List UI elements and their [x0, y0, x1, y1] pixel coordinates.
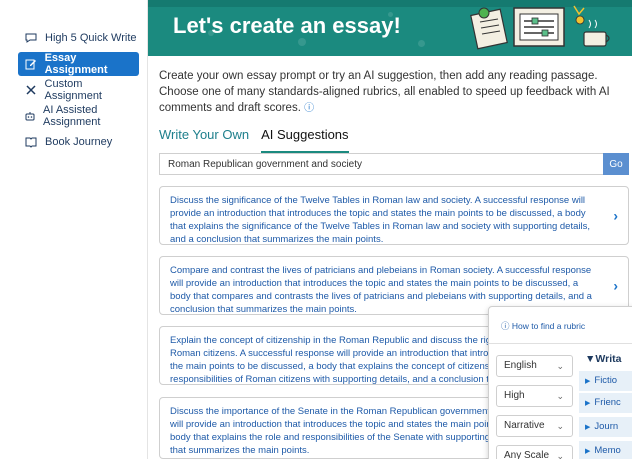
header-banner: Let's create an essay!: [148, 0, 632, 56]
tab-write-your-own[interactable]: Write Your Own: [159, 127, 249, 153]
info-icon[interactable]: ⓘ: [304, 103, 314, 114]
sidebar-item-book[interactable]: Book Journey: [18, 130, 139, 154]
category-header-label: Writa: [595, 353, 622, 365]
caret-down-icon: ▼: [585, 353, 596, 365]
decor-dot: [298, 38, 306, 46]
genre-select-value: Narrative: [504, 420, 545, 431]
page-title: Let's create an essay!: [173, 13, 401, 38]
rubric-category-item[interactable]: ▶ Fictio: [579, 371, 632, 391]
caret-right-icon: ▶: [585, 424, 591, 431]
intro-text: Create your own essay prompt or try an A…: [159, 68, 629, 117]
suggestion-text: Discuss the significance of the Twelve T…: [170, 195, 590, 245]
tools-icon: [24, 83, 38, 97]
robot-icon: [24, 109, 36, 123]
caret-right-icon: ▶: [585, 448, 591, 455]
category-label: Journ: [594, 421, 619, 432]
sidebar: High 5 Quick Write Essay Assignment Cust…: [0, 0, 148, 459]
suggestion-card[interactable]: Discuss the significance of the Twelve T…: [159, 186, 629, 245]
tab-ai-suggestions[interactable]: AI Suggestions: [261, 127, 349, 153]
category-label: Frienc: [594, 397, 621, 408]
sidebar-item-label: High 5 Quick Write: [45, 32, 137, 44]
genre-select[interactable]: Narrative ⌄: [496, 415, 573, 437]
sidebar-item-label: Essay Assignment: [44, 52, 108, 76]
rubric-category-item[interactable]: ▶ Memo: [579, 441, 632, 459]
caret-right-icon: ▶: [585, 400, 591, 407]
edit-icon: [24, 57, 38, 71]
rubric-finder-popup: ⓘ How to find a rubric English ⌄ High ⌄ Na…: [488, 306, 632, 459]
category-label: Memo: [594, 445, 621, 456]
chevron-down-icon: ⌄: [556, 391, 564, 401]
chevron-right-icon: ›: [613, 277, 618, 293]
rubric-category-item[interactable]: ▶ Frienc: [579, 393, 632, 413]
sidebar-item-label: AI Assisted Assignment: [43, 104, 101, 128]
scale-select[interactable]: Any Scale ⌄: [496, 445, 573, 459]
sidebar-item-custom[interactable]: Custom Assignment: [18, 78, 139, 102]
sidebar-item-ai[interactable]: AI Assisted Assignment: [18, 104, 139, 128]
decor-dot: [418, 40, 425, 47]
sidebar-item-label: Book Journey: [45, 136, 113, 148]
tab-bar: Write Your Own AI Suggestions: [159, 127, 632, 153]
help-link-label: How to find a rubric: [511, 321, 586, 331]
divider: [489, 343, 632, 344]
category-label: Fictio: [594, 375, 618, 386]
sidebar-item-essay[interactable]: Essay Assignment: [18, 52, 139, 76]
book-icon: [24, 135, 38, 149]
classroom-illustration: [470, 5, 610, 50]
search-bar: Go: [159, 153, 629, 175]
grade-level-select-value: High: [504, 390, 525, 401]
rubric-category-header[interactable]: ▼Writa: [579, 349, 632, 369]
chat-icon: [24, 31, 38, 45]
sidebar-item-high5[interactable]: High 5 Quick Write: [18, 26, 139, 50]
chevron-down-icon: ⌄: [556, 451, 564, 459]
go-button[interactable]: Go: [603, 153, 629, 175]
rubric-category-item[interactable]: ▶ Journ: [579, 417, 632, 437]
chevron-right-icon: ›: [613, 207, 618, 223]
caret-right-icon: ▶: [585, 378, 591, 385]
intro-text-body: Create your own essay prompt or try an A…: [159, 70, 610, 114]
scale-select-value: Any Scale: [504, 450, 550, 459]
chevron-down-icon: ⌄: [556, 421, 564, 431]
topic-search-input[interactable]: [159, 153, 603, 175]
language-select-value: English: [504, 360, 537, 371]
help-icon: ⓘ: [501, 321, 510, 331]
sidebar-item-label: Custom Assignment: [44, 78, 102, 102]
how-to-find-rubric-link[interactable]: ⓘ How to find a rubric: [501, 320, 585, 332]
chevron-down-icon: ⌄: [556, 361, 564, 371]
grade-level-select[interactable]: High ⌄: [496, 385, 573, 407]
language-select[interactable]: English ⌄: [496, 355, 573, 377]
